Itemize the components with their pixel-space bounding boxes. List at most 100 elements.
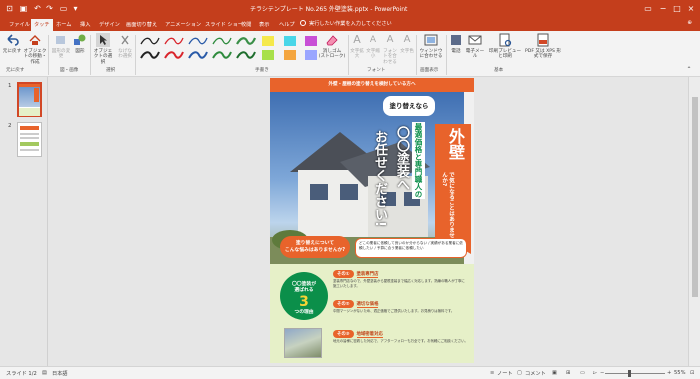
pen-green-2-icon[interactable] [212,49,232,61]
change-shape-button[interactable]: 図形の変更 [50,33,72,60]
email-button[interactable]: 電子メール [464,33,486,60]
slide-thumbnail-pane: 1 2 [0,77,48,366]
vertical-scrollbar[interactable] [688,77,700,366]
zoom-level[interactable]: 55% [674,370,686,376]
pen-thick-green-icon[interactable] [236,35,257,47]
reasons-circle-line-1: 〇〇塗装が [292,282,316,287]
window-title: チラシテンプレート No.265 外壁塗装.pptx - PowerPoint [250,6,408,13]
pen-black-icon[interactable] [140,35,160,47]
normal-view-icon[interactable]: ▣ [552,370,557,376]
save-pdf-button[interactable]: PDF 又は XPS 形式で保存 [524,33,562,60]
font-fit-button[interactable]: A フォントを合わせる [382,33,398,65]
notes-button[interactable]: ノート [497,370,513,377]
save-icon[interactable]: ▣ [18,3,29,14]
language-status[interactable]: 日本語 [52,370,68,377]
tab-insert[interactable]: 挿入 [77,19,93,31]
pen-red-icon[interactable] [164,35,184,47]
tab-home[interactable]: ホーム [53,19,74,31]
select-objects-button[interactable]: オブジェクトの選択 [92,33,114,65]
thumbnail-number: 2 [8,123,12,129]
tab-review[interactable]: 校閲 [238,19,254,31]
highlighter-cyan-icon[interactable] [284,36,296,46]
redo-icon[interactable]: ↷ [44,3,55,14]
ribbon-display-icon[interactable]: ▭ [641,2,655,14]
pen-black-2-icon[interactable] [140,49,160,61]
shapes-icon [74,34,86,45]
slide-thumbnail[interactable] [17,82,42,117]
undo-button[interactable]: 元に戻す [2,33,22,54]
move-object-label: オブジェクトの移動・ [23,49,47,60]
tab-touch[interactable]: タッチ [31,19,53,31]
headline-bubble: 塗り替えなら [383,96,435,116]
reason-title: 地域密着対応 [356,331,383,338]
pen-blue-icon[interactable] [188,35,208,47]
font-color-button[interactable]: A 文字色 [400,33,414,54]
tab-design[interactable]: デザイン [96,19,123,31]
tab-animations[interactable]: アニメーション [162,19,204,31]
reasons-circle-line-4: つの理由 [294,310,314,315]
zoom-out-icon[interactable]: − [600,370,604,376]
highlighter-yellow-icon[interactable] [262,36,274,46]
zoom-in-icon[interactable]: + [667,370,671,376]
print-preview-button[interactable]: 印刷プレビュー と印刷 [488,33,522,60]
highlighter-green-icon[interactable] [262,50,274,60]
highlighter-orange-icon[interactable] [284,50,296,60]
headline-line-3: お任せください! [372,130,387,227]
worry-title-line-2: こんな悩みはありませんか? [284,248,346,253]
slide-thumbnail[interactable] [17,122,42,157]
reading-view-icon[interactable]: ▭ [580,370,585,376]
slide-canvas[interactable]: 外壁・屋根の塗り替えを検討している方へ 塗り替えなら 最適価格と専門職人の 〇〇… [270,78,474,363]
move-object-button[interactable]: オブジェクトの移動・ 作成 [23,33,47,65]
tab-view[interactable]: 表示 [256,19,272,31]
pen-green-icon[interactable] [212,35,232,47]
share-icon[interactable]: ⊕ [687,20,692,26]
zoom-slider-knob[interactable] [628,370,631,377]
eraser-label-2: (ストローク) [318,54,346,60]
minimize-button[interactable]: − [656,2,670,14]
reason-item: その③ 地域密着対応 地元の皆様に密着した対応で、アフターフォローも万全です。お… [333,330,468,353]
worry-title-line-1: 塗り替えについて [295,241,335,246]
tab-help[interactable]: ヘルプ [276,19,298,31]
maximize-button[interactable]: □ [670,2,684,14]
spell-check-icon[interactable]: ▤ [42,370,47,376]
fit-slide-icon[interactable]: ⊡ [690,370,694,376]
zoom-slider[interactable] [605,373,665,374]
font-shrink-button[interactable]: A 文字縮小 [366,33,380,60]
slideshow-icon[interactable]: ▭ [58,3,69,14]
font-fit-icon: A [386,34,394,45]
phone-button[interactable]: 電話 [449,33,463,54]
worry-section: 塗り替えについて こんな悩みはありませんか? どこの業者に依頼して良いのか分から… [270,236,474,262]
slideshow-view-icon[interactable]: ▻ [593,370,597,376]
change-shape-label: 図形の変更 [51,49,71,60]
reason-item: その② 適切な価格 中間マージンがないため、適正価格でご提供いたします。お見積り… [333,300,468,323]
tell-me-search[interactable]: 実行したい作業を入力してください [300,20,392,27]
fit-window-button[interactable]: ウィンドウ に合わせる [418,33,444,60]
lasso-select-button[interactable]: なげなわ選択 [116,33,134,60]
shapes-button[interactable]: 図形 [72,33,88,54]
ribbon-separator [135,35,136,75]
font-grow-button[interactable]: A 文字拡大 [350,33,364,60]
tab-transitions[interactable]: 画面切り替え [123,19,160,31]
slide-sorter-icon[interactable]: ⊞ [566,370,570,376]
comments-button[interactable]: コメント [525,370,546,377]
customize-quick-access-icon[interactable]: ▾ [70,3,81,14]
undo-arrow-icon [7,34,19,46]
highlighter-magenta-icon[interactable] [305,36,317,46]
pen-blue-2-icon[interactable] [188,49,208,61]
font-grow-icon: A [353,33,361,46]
building-photo [284,328,322,358]
scrollbar-thumb[interactable] [692,97,698,297]
close-button[interactable]: × [684,2,698,14]
undo-icon[interactable]: ↶ [32,3,43,14]
reason-item: その① 塗装専門店 塗装専門店なので、外壁塗装から屋根塗装まで幅広く対応します。… [333,270,468,293]
app-icon[interactable]: ⊡ [4,3,15,14]
select-objects-label: オブジェクトの選択 [93,49,113,65]
ribbon-separator [348,35,349,75]
pen-dark-green-icon[interactable] [236,49,256,61]
move-object-icon [29,35,41,45]
eraser-button[interactable]: 消しゴム (ストローク) [318,33,346,60]
tab-file[interactable]: ファイル [6,19,33,31]
pen-red-2-icon[interactable] [164,49,184,61]
collapse-ribbon-icon[interactable]: ⌃ [684,66,694,72]
highlighter-violet-icon[interactable] [305,50,317,60]
